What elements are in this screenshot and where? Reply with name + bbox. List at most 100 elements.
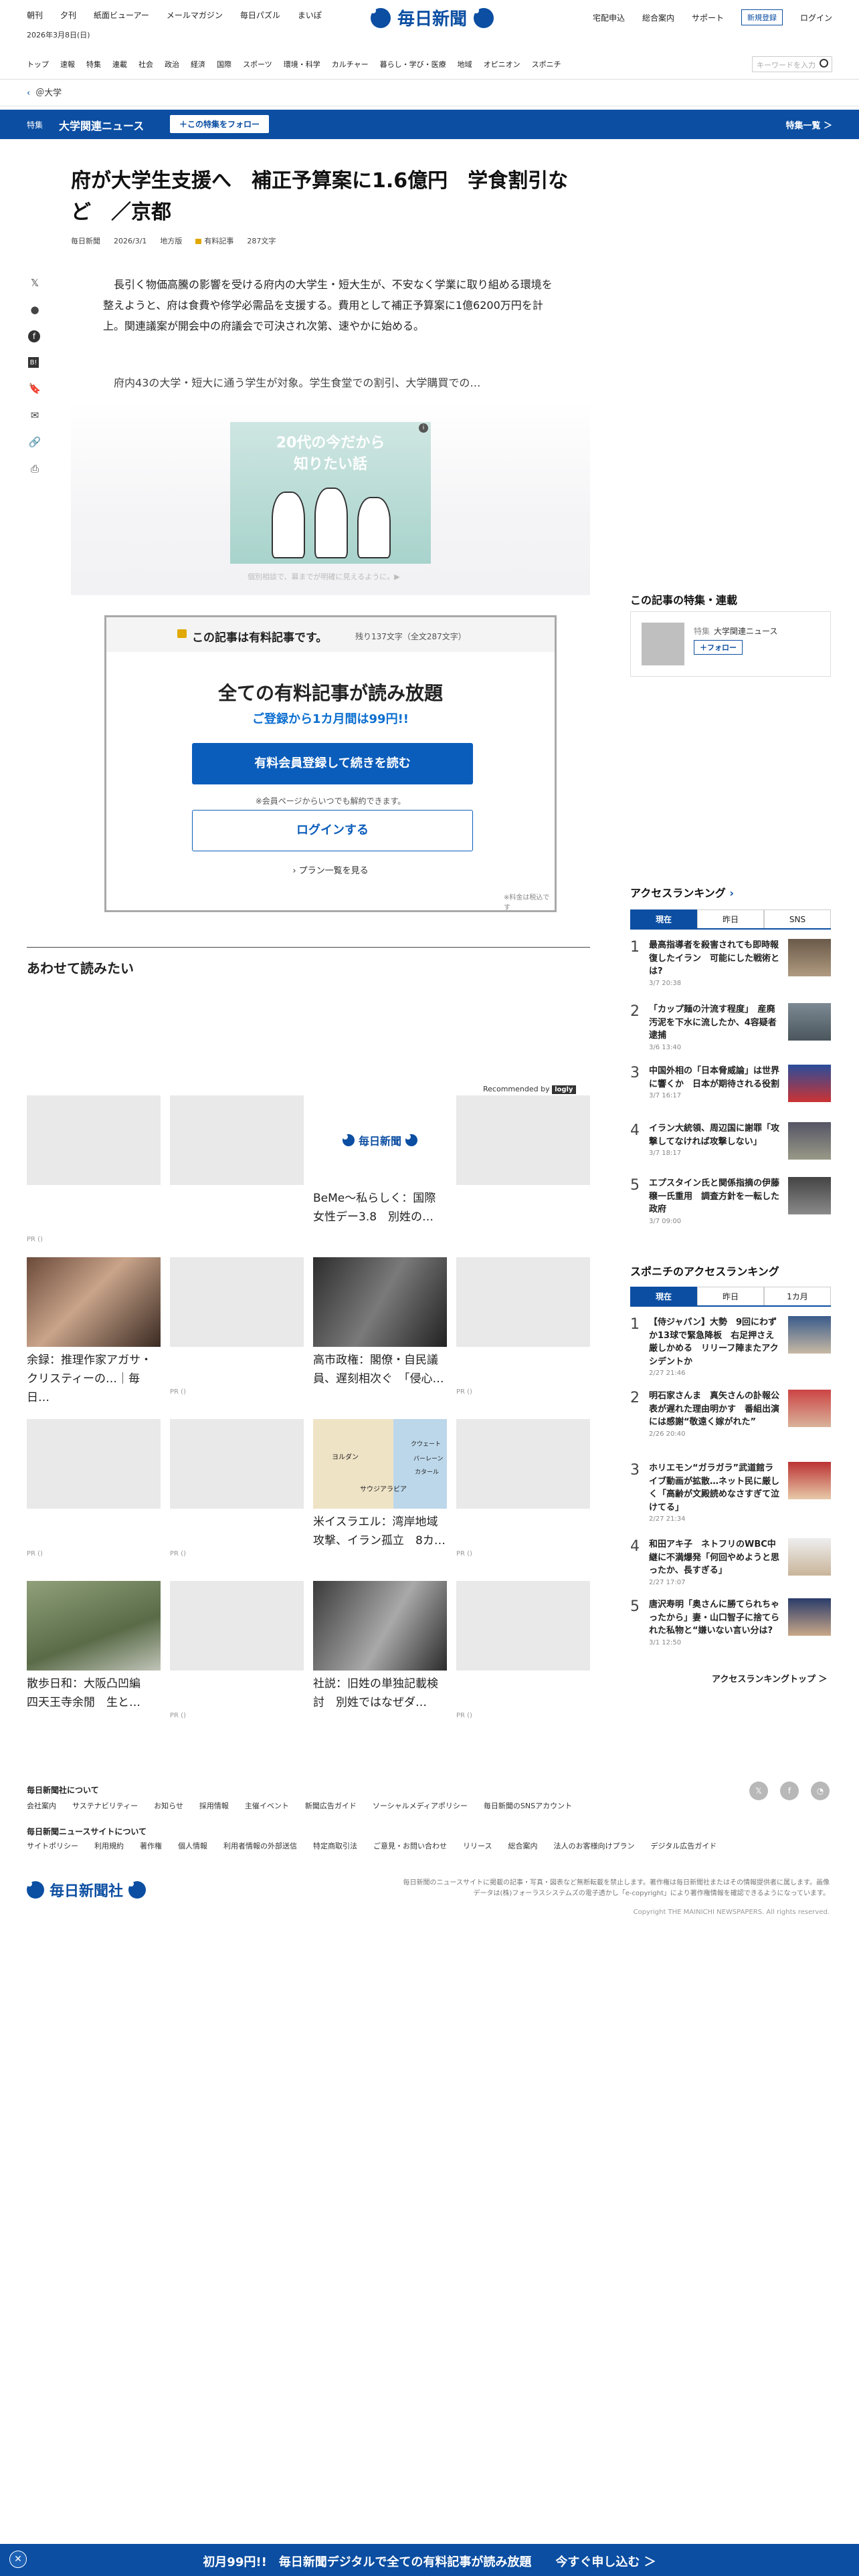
footer-link[interactable]: 毎日新聞のSNSアカウント <box>484 1800 572 1811</box>
tab-current[interactable]: 現在 <box>630 909 697 928</box>
recommend-card[interactable]: ヨルダン サウジアラビア クウェート バーレーン カタール 米イスラエル：湾岸地… <box>313 1419 447 1550</box>
footer-link[interactable]: 採用情報 <box>199 1800 229 1811</box>
facebook-icon[interactable]: f <box>780 1782 799 1800</box>
category-item[interactable]: 社会 <box>138 59 165 70</box>
topnav-item[interactable]: 夕刊 <box>60 9 76 21</box>
header-link[interactable]: 総合案内 <box>642 12 674 23</box>
footer-link[interactable]: ソーシャルメディアポリシー <box>373 1800 468 1811</box>
sponichi-item[interactable]: 1 【侍ジャパン】大勢 9回にわずか13球で緊急降板 右足押さえ厳しかめる リリ… <box>630 1316 831 1377</box>
tab-current[interactable]: 現在 <box>630 1287 697 1305</box>
sponichi-item[interactable]: 2 明石家さんま 真矢さんの訃報公表が遅れた理由明かす 番組出演には感謝“敬遠く… <box>630 1390 831 1438</box>
x-share-icon[interactable]: 𝕏 <box>28 277 41 289</box>
ad-info-icon[interactable]: i <box>419 423 428 433</box>
recommend-card[interactable]: PR () <box>170 1581 304 1719</box>
site-logo[interactable]: 毎日新聞 <box>371 5 494 30</box>
bookmark-icon[interactable]: 🔖 <box>28 383 41 395</box>
login-link[interactable]: ログイン <box>800 12 832 23</box>
recommend-card[interactable] <box>456 1095 590 1185</box>
facebook-icon[interactable]: f <box>28 330 40 342</box>
topnav-item[interactable]: メールマガジン <box>167 9 223 21</box>
category-item[interactable]: 連載 <box>112 59 138 70</box>
mail-icon[interactable]: ✉ <box>28 409 41 421</box>
ranking-item[interactable]: 5 エプスタイン氏と関係指摘の伊藤穣一氏重用 調査方針を一転した政府 3/7 09… <box>630 1177 831 1225</box>
footer-link[interactable]: 会社案内 <box>27 1800 56 1811</box>
recommend-card[interactable]: PR () <box>456 1257 590 1396</box>
footer-link[interactable]: サイトポリシー <box>27 1840 78 1851</box>
recommend-card[interactable]: 余録：推理作家アガサ・クリスティーの…｜毎日… <box>27 1257 161 1407</box>
footer-link[interactable]: サステナビリティー <box>72 1800 138 1811</box>
ranking-item[interactable]: 3 中国外相の「日本脅威論」は世界に響くか 日本が期待される役割 3/7 16:1… <box>630 1065 831 1102</box>
sponichi-item[interactable]: 3 ホリエモン“ガラガラ”武道館ライブ動画が拡散…ネット民に厳しく「高齢が文殿読… <box>630 1462 831 1523</box>
category-item[interactable]: 地域 <box>458 59 484 70</box>
search-icon[interactable] <box>820 59 828 68</box>
recommend-card[interactable]: 社説：旧姓の単独記載検討 別姓ではなぜダ… <box>313 1581 447 1712</box>
ranking-top-link[interactable]: アクセスランキングトップ ＞ <box>712 1672 828 1685</box>
category-item[interactable]: 経済 <box>191 59 217 70</box>
category-item[interactable]: カルチャー <box>332 59 380 70</box>
footer-link[interactable]: リリース <box>463 1840 492 1851</box>
footer-logo[interactable]: 毎日新聞社 <box>27 1879 147 1901</box>
recommend-card[interactable]: PR () <box>170 1419 304 1558</box>
recommend-card[interactable]: PR () <box>456 1581 590 1719</box>
topnav-item[interactable]: まいぽ <box>298 9 322 21</box>
footer-link[interactable]: 新聞広告ガイド <box>305 1800 357 1811</box>
footer-link[interactable]: 総合案内 <box>508 1840 537 1851</box>
tab-month[interactable]: 1カ月 <box>764 1287 831 1305</box>
follow-button[interactable]: ＋フォロー <box>694 640 743 655</box>
footer-link[interactable]: ご意見・お問い合わせ <box>373 1840 447 1851</box>
breadcrumb[interactable]: ‹ ＠大学 <box>27 86 62 98</box>
feature-title[interactable]: 大学関連ニュース <box>59 117 144 133</box>
footer-link[interactable]: デジタル広告ガイド <box>650 1840 717 1851</box>
footer-link[interactable]: 利用者情報の外部送信 <box>223 1840 297 1851</box>
category-item[interactable]: 暮らし・学び・医療 <box>380 59 458 70</box>
recommend-card[interactable]: 高市政権：閣僚・自民議員、遅刻相次ぐ 「侵心… <box>313 1257 447 1388</box>
tab-yesterday[interactable]: 昨日 <box>697 1287 764 1305</box>
recommend-card[interactable]: 毎日新聞 BeMe〜私らしく：国際女性デー3.8 別姓の… <box>313 1095 447 1226</box>
ranking-item[interactable]: 2 「カップ麺の汁流す程度」 産廃汚泥を下水に流したか、4容疑者逮捕 3/6 13… <box>630 1003 831 1051</box>
link-icon[interactable]: 🔗 <box>28 436 41 448</box>
category-item[interactable]: 速報 <box>60 59 86 70</box>
ad-banner[interactable]: 20代の今だから 知りたい話 i <box>230 422 431 564</box>
recommend-card[interactable]: 散歩日和：大阪凸凹編 四天王寺余閒 生と… <box>27 1581 161 1712</box>
category-item[interactable]: 環境・科学 <box>284 59 332 70</box>
close-icon[interactable]: ✕ <box>9 2551 27 2568</box>
subscribe-banner[interactable]: 初月99円!! 毎日新聞デジタルで全ての有料記事が読み放題 今すぐ申し込む ＞ … <box>0 2544 859 2576</box>
follow-feature-button[interactable]: ＋この特集をフォロー <box>170 115 270 133</box>
category-item[interactable]: 特集 <box>86 59 112 70</box>
category-item[interactable]: 国際 <box>217 59 243 70</box>
sponichi-item[interactable]: 4 和田アキ子 ネトフリのWBC中継に不満爆発「何回やめようと思ったか、長すぎる… <box>630 1538 831 1586</box>
topnav-item[interactable]: 紙面ビューアー <box>94 9 149 21</box>
print-icon[interactable]: ⎙ <box>28 463 41 475</box>
tab-sns[interactable]: SNS <box>764 909 831 928</box>
x-icon[interactable]: 𝕏 <box>749 1782 768 1800</box>
footer-link[interactable]: 主催イベント <box>245 1800 289 1811</box>
paywall-login-button[interactable]: ログインする <box>192 810 473 851</box>
footer-link[interactable]: 特定商取引法 <box>313 1840 357 1851</box>
feature-list-link[interactable]: 特集一覧 ＞ <box>785 118 832 131</box>
ranking-item[interactable]: 4 イラン大統領、周辺国に謝罪「攻撃してなければ攻撃しない」 3/7 18:17 <box>630 1122 831 1160</box>
footer-link[interactable]: 利用規約 <box>94 1840 124 1851</box>
recommend-card[interactable]: PR () <box>27 1095 161 1243</box>
subscribe-button[interactable]: 有料会員登録して続きを読む <box>192 743 473 784</box>
plans-link[interactable]: › プラン一覧を見る <box>106 863 555 876</box>
comment-icon[interactable]: ● <box>28 304 41 316</box>
category-item[interactable]: オピニオン <box>484 59 532 70</box>
topnav-item[interactable]: 朝刊 <box>27 9 43 21</box>
header-link[interactable]: サポート <box>692 12 724 23</box>
category-item[interactable]: 政治 <box>165 59 191 70</box>
header-link[interactable]: 宅配申込 <box>593 12 625 23</box>
category-item[interactable]: スポーツ <box>243 59 284 70</box>
rss-icon[interactable]: ◔ <box>811 1782 830 1800</box>
footer-link[interactable]: 法人のお客様向けプラン <box>553 1840 634 1851</box>
category-item[interactable]: スポニチ <box>532 59 573 70</box>
hatena-icon[interactable]: B! <box>28 357 39 368</box>
ranking-item[interactable]: 1 最高指導者を殺害されても即時報復したイラン 可能にした戦術とは? 3/7 20… <box>630 939 831 987</box>
recommend-card[interactable] <box>170 1095 304 1185</box>
footer-link[interactable]: 著作権 <box>140 1840 162 1851</box>
tab-yesterday[interactable]: 昨日 <box>697 909 764 928</box>
sponichi-item[interactable]: 5 唐沢寿明「奥さんに勝てられちゃったから」妻・山口智子に捨てられた私物と“嫌い… <box>630 1598 831 1646</box>
recommend-card[interactable]: PR () <box>27 1419 161 1558</box>
footer-link[interactable]: 個人情報 <box>178 1840 207 1851</box>
register-button[interactable]: 新規登録 <box>741 9 783 25</box>
recommend-card[interactable]: PR () <box>456 1419 590 1558</box>
